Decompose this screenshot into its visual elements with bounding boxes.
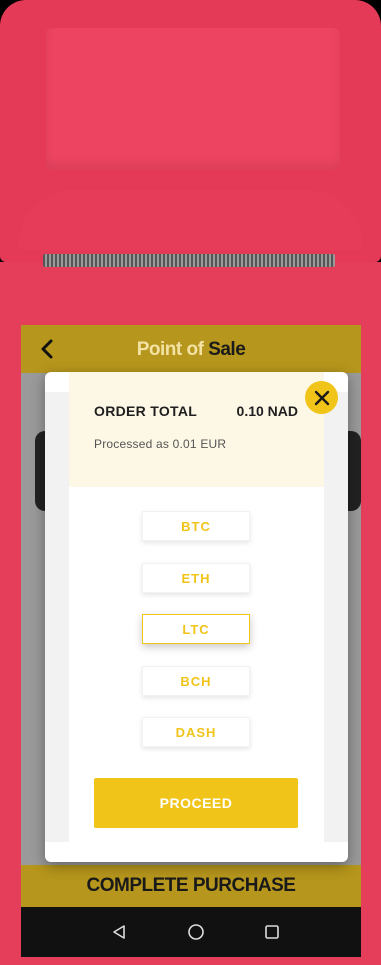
currency-option-btc[interactable]: BTC	[142, 511, 250, 541]
triangle-back-icon	[113, 925, 125, 939]
processed-as-note: Processed as 0.01 EUR	[94, 437, 227, 451]
nav-home-button[interactable]	[185, 921, 207, 943]
circle-home-icon	[188, 924, 204, 940]
page-title-part1: Point of	[136, 339, 204, 360]
order-summary-panel: ORDER TOTAL 0.10 NAD Processed as 0.01 E…	[69, 372, 324, 487]
nav-recents-button[interactable]	[261, 921, 283, 943]
complete-purchase-button[interactable]: COMPLETE PURCHASE	[21, 865, 361, 907]
currency-option-eth[interactable]: ETH	[142, 563, 250, 593]
paper-slot	[43, 254, 335, 267]
close-modal-button[interactable]	[305, 381, 338, 414]
order-total-amount: 0.10 NAD	[236, 403, 298, 419]
currency-option-dash[interactable]: DASH	[142, 717, 250, 747]
page-title-part2: Sale	[208, 339, 246, 360]
currency-option-ltc[interactable]: LTC	[142, 614, 250, 644]
order-total-label: ORDER TOTAL	[94, 403, 198, 419]
modal-side-strip-left	[45, 392, 69, 842]
currency-modal: ORDER TOTAL 0.10 NAD Processed as 0.01 E…	[45, 372, 348, 862]
printer-lid	[46, 28, 340, 170]
square-recents-icon	[265, 925, 279, 939]
page-title: Point of Sale	[21, 339, 361, 361]
close-icon	[314, 390, 329, 405]
modal-side-strip-right	[324, 392, 348, 842]
printer-band	[18, 190, 363, 250]
app-header: Point of Sale	[21, 325, 361, 373]
proceed-button[interactable]: PROCEED	[94, 778, 298, 828]
device-photo: Point of Sale COMPLETE PURCHASE ORDER TO…	[0, 0, 381, 965]
android-nav-bar	[21, 907, 361, 957]
currency-option-bch[interactable]: BCH	[142, 666, 250, 696]
nav-back-button[interactable]	[108, 921, 130, 943]
